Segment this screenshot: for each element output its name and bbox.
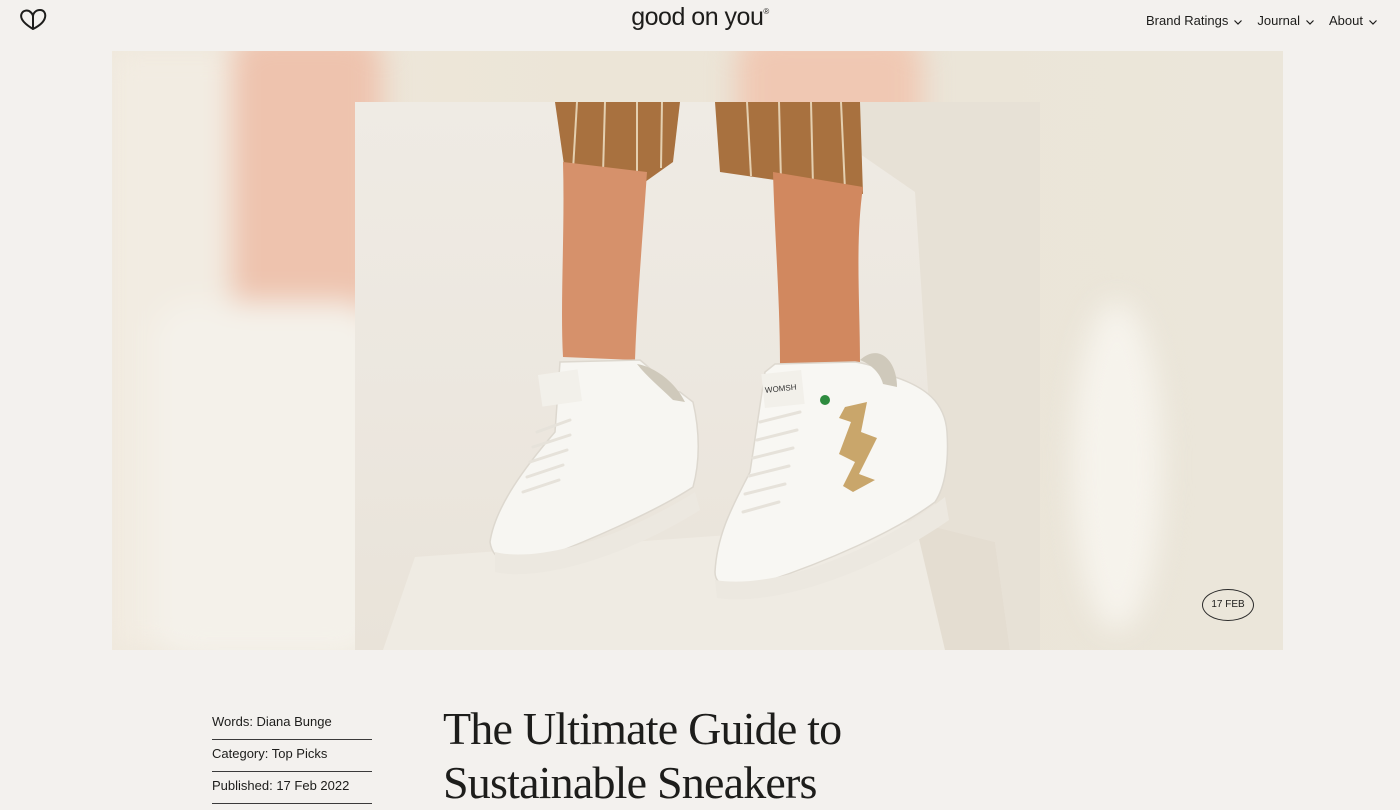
article-title: The Ultimate Guide to Sustainable Sneake…	[443, 702, 1003, 810]
category-link[interactable]: Category: Top Picks	[212, 746, 327, 761]
main-nav: Brand Ratings Journal About	[1146, 13, 1378, 28]
registered-mark: ®	[763, 7, 769, 16]
chevron-down-icon	[1234, 19, 1243, 25]
brand-home-link[interactable]: good on you®	[631, 3, 769, 31]
hero-image: WOMSH 17 FEB	[112, 51, 1283, 650]
site-header: good on you® Brand Ratings Journal About	[0, 0, 1400, 50]
title-line-2: Sustainable Sneakers	[443, 757, 817, 808]
title-line-1: The Ultimate Guide to	[443, 703, 842, 754]
meta-published: Published: 17 Feb 2022	[212, 772, 372, 804]
sneaker-photo: WOMSH	[355, 102, 1040, 650]
nav-journal[interactable]: Journal	[1257, 13, 1315, 28]
brand-name: good on you	[631, 3, 764, 31]
meta-category: Category: Top Picks	[212, 740, 372, 772]
author-link[interactable]: Words: Diana Bunge	[212, 714, 332, 729]
nav-item-label: Journal	[1257, 13, 1301, 28]
nav-item-label: About	[1329, 13, 1363, 28]
heart-logo-icon[interactable]	[19, 8, 47, 32]
nav-about[interactable]: About	[1329, 13, 1378, 28]
article-meta: Words: Diana Bunge Category: Top Picks P…	[212, 708, 372, 804]
meta-author: Words: Diana Bunge	[212, 708, 372, 740]
date-badge: 17 FEB	[1202, 589, 1254, 621]
nav-brand-ratings[interactable]: Brand Ratings	[1146, 13, 1243, 28]
nav-item-label: Brand Ratings	[1145, 13, 1229, 28]
chevron-down-icon	[1369, 19, 1377, 25]
chevron-down-icon	[1306, 19, 1314, 25]
